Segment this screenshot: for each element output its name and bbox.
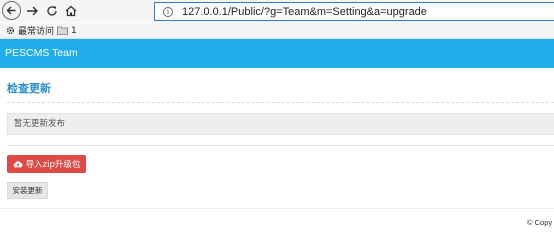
home-button[interactable] [63,2,79,20]
divider [7,145,554,146]
bookmarks-bar: 最常访问 1 [0,23,554,39]
reload-button[interactable] [44,2,60,20]
install-update-button[interactable]: 安装更新 [7,182,48,199]
cloud-upload-icon [13,161,23,168]
bookmark-most-visited[interactable]: 最常访问 [6,24,54,37]
page-title: 检查更新 [7,82,51,95]
address-bar[interactable]: i 127.0.0.1/Public/?g=Team&m=Setting&a=u… [154,2,554,21]
app-header: PESCMS Team [0,39,554,68]
bookmark-label: 最常访问 [18,27,55,37]
gear-icon [6,26,15,35]
arrow-right-icon [26,6,38,16]
folder-icon [57,26,68,35]
copyright-text: © Copy [527,218,553,227]
notice-box: 暂无更新发布 [7,113,554,135]
reload-icon [47,6,57,16]
brand-logo-text[interactable]: PESCMS Team [5,39,78,68]
footer-divider [0,208,554,209]
divider [7,102,554,103]
home-icon [65,5,77,17]
notice-text: 暂无更新发布 [14,119,66,129]
forward-button[interactable] [24,2,40,20]
info-icon[interactable]: i [163,6,173,17]
bookmark-folder[interactable]: 1 [57,24,77,37]
browser-nav-bar: i 127.0.0.1/Public/?g=Team&m=Setting&a=u… [0,0,554,22]
import-zip-button[interactable]: 导入zip升级包 [7,155,86,173]
arrow-left-icon [6,6,16,15]
import-zip-label: 导入zip升级包 [25,160,81,170]
back-button[interactable] [2,1,21,20]
url-text[interactable]: 127.0.0.1/Public/?g=Team&m=Setting&a=upg… [182,6,427,18]
bookmark-label: 1 [71,25,77,36]
